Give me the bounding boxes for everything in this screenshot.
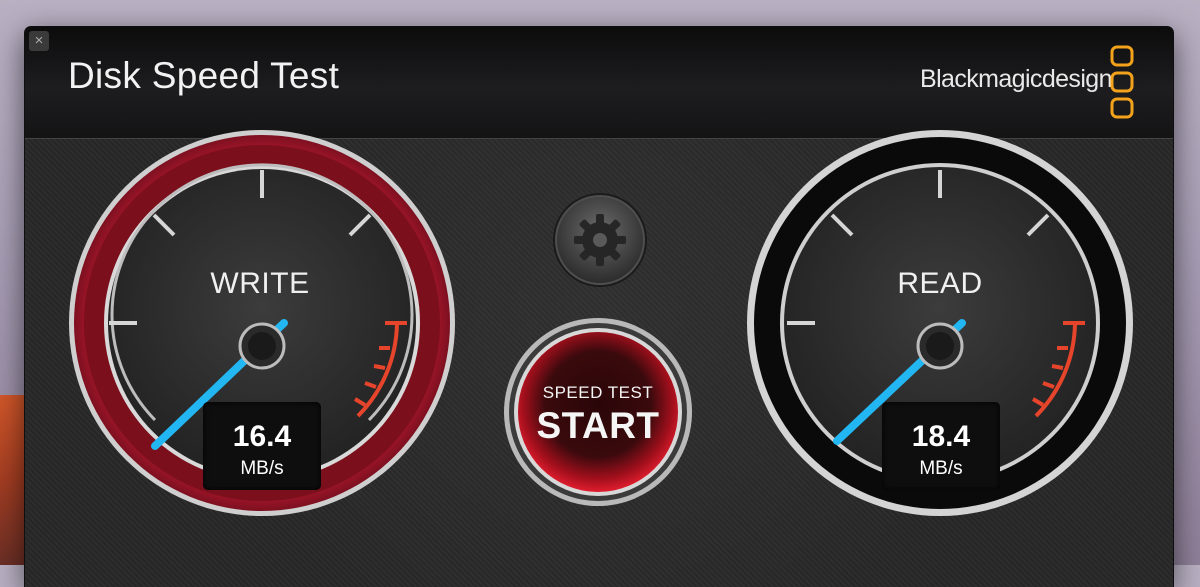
blackmagic-logo-icon — [1110, 45, 1134, 119]
brand-name: Blackmagicdesign — [920, 65, 1112, 93]
app-title: Disk Speed Test — [68, 55, 340, 96]
write-readout: 16.4 MB/s — [203, 402, 321, 490]
settings-button[interactable] — [552, 192, 648, 288]
write-unit: MB/s — [240, 458, 284, 479]
write-value: 16.4 — [232, 420, 292, 453]
read-value: 18.4 — [911, 420, 971, 453]
close-button[interactable]: × — [29, 31, 49, 51]
read-label: READ — [897, 267, 983, 300]
start-button-label: START — [536, 405, 660, 446]
write-label: WRITE — [210, 267, 310, 300]
gear-icon — [574, 214, 626, 266]
title-bar: × Disk Speed Test Blackmagicdesign — [25, 27, 1173, 139]
desktop-background — [0, 395, 24, 565]
read-readout: 18.4 MB/s — [882, 402, 1000, 490]
read-unit: MB/s — [919, 458, 963, 479]
start-button-caption: SPEED TEST — [542, 383, 654, 402]
